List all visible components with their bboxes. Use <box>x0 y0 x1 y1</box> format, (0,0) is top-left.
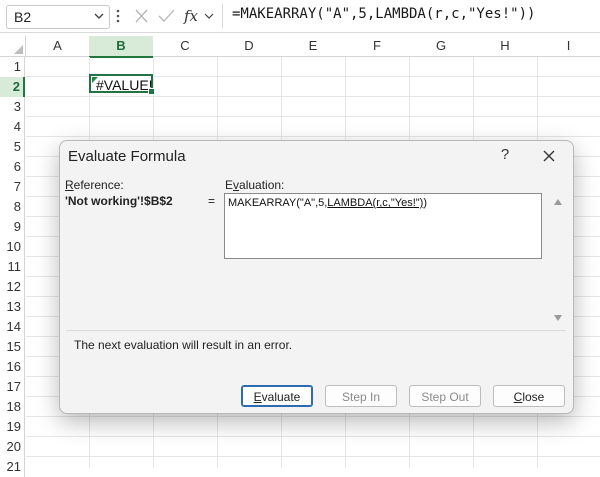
chevron-down-icon[interactable] <box>204 13 214 19</box>
row-header-20[interactable]: 20 <box>0 437 25 457</box>
row-header-1[interactable]: 1 <box>0 57 25 77</box>
evaluation-text: MAKEARRAY("A",5,LAMBDA(r,c,"Yes!")) <box>228 197 428 209</box>
fill-handle[interactable] <box>148 88 155 95</box>
more-options-icon[interactable] <box>116 8 120 24</box>
row-header-17[interactable]: 17 <box>0 377 25 397</box>
step-in-button[interactable]: Step In <box>325 385 397 407</box>
row-header-21[interactable]: 21 <box>0 457 25 477</box>
insert-function-icon[interactable]: fx <box>183 7 199 25</box>
select-all-corner[interactable] <box>0 36 26 57</box>
row-header-5[interactable]: 5 <box>0 137 25 157</box>
row-header-7[interactable]: 7 <box>0 177 25 197</box>
name-box[interactable]: B2 <box>6 5 110 29</box>
row-header-10[interactable]: 10 <box>0 237 25 257</box>
cell-value: #VALUE! <box>96 77 153 93</box>
divider <box>222 4 223 28</box>
row-header-13[interactable]: 13 <box>0 297 25 317</box>
evaluation-scrollbar[interactable] <box>550 193 566 327</box>
formula-bar: B2 fx =MAKEARRAY("A",5,LAMBDA(r,c,"Yes!"… <box>0 0 600 33</box>
formula-tools: fx <box>135 7 214 25</box>
row-header-4[interactable]: 4 <box>0 117 25 137</box>
enter-check-icon[interactable] <box>158 9 175 22</box>
row-header-18[interactable]: 18 <box>0 397 25 417</box>
gridline <box>26 116 600 117</box>
close-icon[interactable] <box>538 146 560 166</box>
row-header-19[interactable]: 19 <box>0 417 25 437</box>
row-header-15[interactable]: 15 <box>0 337 25 357</box>
column-header-a[interactable]: A <box>26 36 89 57</box>
column-header-c[interactable]: C <box>153 36 217 57</box>
reference-label: Reference: <box>65 178 124 192</box>
evaluate-formula-dialog: Evaluate Formula ? Reference: Evaluation… <box>59 140 574 414</box>
row-header-2[interactable]: 2 <box>0 77 25 97</box>
gridline <box>26 456 600 457</box>
status-message: The next evaluation will result in an er… <box>74 338 293 352</box>
close-button[interactable]: Close <box>493 385 565 407</box>
column-header-i[interactable]: I <box>537 36 600 57</box>
dialog-title: Evaluate Formula <box>68 148 186 165</box>
row-header-8[interactable]: 8 <box>0 197 25 217</box>
active-cell-b2[interactable]: #VALUE! <box>89 74 155 95</box>
row-header-6[interactable]: 6 <box>0 157 25 177</box>
help-icon[interactable]: ? <box>495 146 515 166</box>
column-header-f[interactable]: F <box>345 36 409 57</box>
name-box-value: B2 <box>14 9 32 25</box>
column-header-h[interactable]: H <box>473 36 537 57</box>
cancel-icon[interactable] <box>135 9 148 23</box>
evaluation-label: Evaluation: <box>225 178 285 192</box>
equals-sign: = <box>208 194 216 208</box>
gridline <box>26 436 600 437</box>
gridline <box>26 416 600 417</box>
evaluate-button[interactable]: Evaluate <box>241 385 313 407</box>
row-header-14[interactable]: 14 <box>0 317 25 337</box>
column-header-d[interactable]: D <box>217 36 281 57</box>
row-header-3[interactable]: 3 <box>0 97 25 117</box>
select-all-icon <box>14 45 23 54</box>
formula-input[interactable]: =MAKEARRAY("A",5,LAMBDA(r,c,"Yes!")) <box>232 6 535 22</box>
row-header-11[interactable]: 11 <box>0 257 25 277</box>
row-header-9[interactable]: 9 <box>0 217 25 237</box>
column-header-g[interactable]: G <box>409 36 473 57</box>
evaluation-textbox[interactable]: MAKEARRAY("A",5,LAMBDA(r,c,"Yes!")) <box>224 193 542 259</box>
step-out-button[interactable]: Step Out <box>409 385 481 407</box>
row-header-12[interactable]: 12 <box>0 277 25 297</box>
divider <box>66 330 566 331</box>
reference-value: 'Not working'!$B$2 <box>65 194 173 208</box>
row-header-16[interactable]: 16 <box>0 357 25 377</box>
next-evaluation-part: LAMBDA(r,c,"Yes!") <box>327 197 424 209</box>
column-header-b[interactable]: B <box>89 36 153 58</box>
column-header-e[interactable]: E <box>281 36 345 57</box>
scroll-down-icon[interactable] <box>554 315 562 321</box>
scroll-up-icon[interactable] <box>554 199 562 205</box>
chevron-down-icon[interactable] <box>93 9 105 23</box>
gridline <box>26 96 600 97</box>
gridline <box>26 136 600 137</box>
